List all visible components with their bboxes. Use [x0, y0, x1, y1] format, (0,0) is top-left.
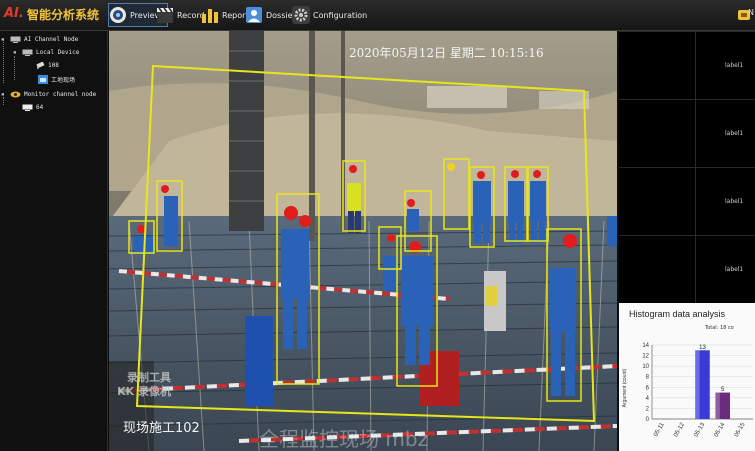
eye-icon	[10, 91, 21, 97]
bar-data-label: 5	[721, 387, 725, 393]
channel-cell-1[interactable]: label1	[619, 31, 755, 99]
y-tick-label: 6	[646, 385, 650, 391]
x-tick-label: 05-12	[673, 421, 686, 438]
y-tick-label: 2	[646, 406, 650, 412]
clapperboard-icon	[157, 7, 173, 23]
x-tick-label: 05-11	[653, 421, 666, 437]
x-tick-label: 05-15	[734, 421, 747, 438]
cell-label: label1	[725, 130, 744, 137]
y-tick-label: 14	[642, 343, 649, 349]
cell-label: label1	[725, 198, 744, 205]
tree-label: 108	[48, 61, 59, 69]
cell-label: label1	[725, 62, 744, 69]
monitor-icon	[10, 36, 21, 43]
tree-node-local-device[interactable]: ▪ Local Device	[13, 47, 79, 57]
monitor-icon	[22, 49, 33, 56]
collapse-toggle-icon[interactable]: ▪	[1, 91, 7, 98]
bar-highlight	[695, 350, 700, 419]
bar-chart-icon	[202, 9, 218, 23]
app-logo: AI.	[4, 6, 24, 21]
histogram-panel: Histogram data analysis Total: 18 co Arg…	[619, 303, 755, 451]
tree-label: 64	[36, 103, 44, 111]
channel-cell-3[interactable]: label1	[619, 167, 755, 235]
channel-cell-4[interactable]: label1	[619, 235, 755, 303]
video-frame	[109, 31, 617, 451]
tree-node-camera-108[interactable]: 108	[34, 60, 59, 70]
configuration-button[interactable]: Configuration	[292, 3, 373, 27]
cell-divider	[695, 236, 696, 303]
y-tick-label: 0	[646, 417, 650, 423]
watermark-line2: KK 录像机	[117, 385, 171, 398]
y-tick-label: 8	[646, 375, 650, 381]
x-tick-label: 05-13	[693, 421, 706, 438]
tree-node-monitor-channel[interactable]: ▪ Monitor channel node	[1, 89, 96, 99]
camera-icon	[110, 7, 126, 23]
tree-label: 工地现场	[51, 76, 76, 84]
video-site-label: 现场施工102	[123, 421, 200, 436]
collapse-toggle-icon[interactable]: ▪	[1, 36, 7, 43]
tree-node-camera-64[interactable]: 64	[22, 102, 43, 112]
site-icon	[38, 74, 48, 84]
channel-tree: ▪ AI Channel Node ▪ Local Device 108 工地现…	[0, 31, 108, 451]
tree-node-site[interactable]: 工地现场	[38, 74, 75, 84]
gear-icon	[292, 6, 310, 24]
bar-data-label: 13	[699, 345, 706, 351]
tree-label: AI Channel Node	[24, 35, 79, 43]
watermark-overlay: 全程监控现场 mbz	[259, 427, 429, 451]
tree-connector	[14, 56, 15, 80]
user-card-icon	[246, 7, 262, 23]
monitor-icon	[22, 104, 33, 111]
top-toolbar: AI. 智能分析系统 Preview Record Report Dossier…	[0, 0, 755, 31]
top-right-label: N	[748, 8, 754, 17]
channel-cell-2[interactable]: label1	[619, 99, 755, 167]
video-preview[interactable]: 2020年05月12日 星期二 10:15:16 现场施工102 录制工具 KK…	[109, 31, 617, 451]
app-title: 智能分析系统	[27, 8, 100, 22]
collapse-toggle-icon[interactable]: ▪	[13, 49, 19, 56]
cell-label: label1	[725, 266, 744, 273]
x-tick-label: 05-14	[714, 421, 727, 438]
cctv-camera-icon	[36, 61, 45, 69]
video-timestamp: 2020年05月12日 星期二 10:15:16	[349, 46, 544, 60]
y-tick-label: 10	[642, 364, 649, 370]
tree-label: Local Device	[36, 48, 80, 56]
cell-divider	[695, 168, 696, 235]
y-tick-label: 4	[646, 396, 650, 402]
bar-highlight	[715, 392, 720, 419]
tree-node-ai-channel[interactable]: ▪ AI Channel Node	[1, 34, 78, 44]
cell-divider	[695, 100, 696, 167]
configuration-label: Configuration	[313, 10, 368, 20]
tree-label: Monitor channel node	[24, 90, 97, 98]
histogram-chart: Argument (count) 0 2 4 6 8 10 12 14 05-11 05-12 13…	[622, 343, 753, 438]
tree-connector	[3, 39, 4, 83]
histogram-ylabel: Argument (count)	[622, 368, 628, 407]
y-tick-label: 12	[642, 354, 649, 360]
cell-divider	[695, 32, 696, 99]
